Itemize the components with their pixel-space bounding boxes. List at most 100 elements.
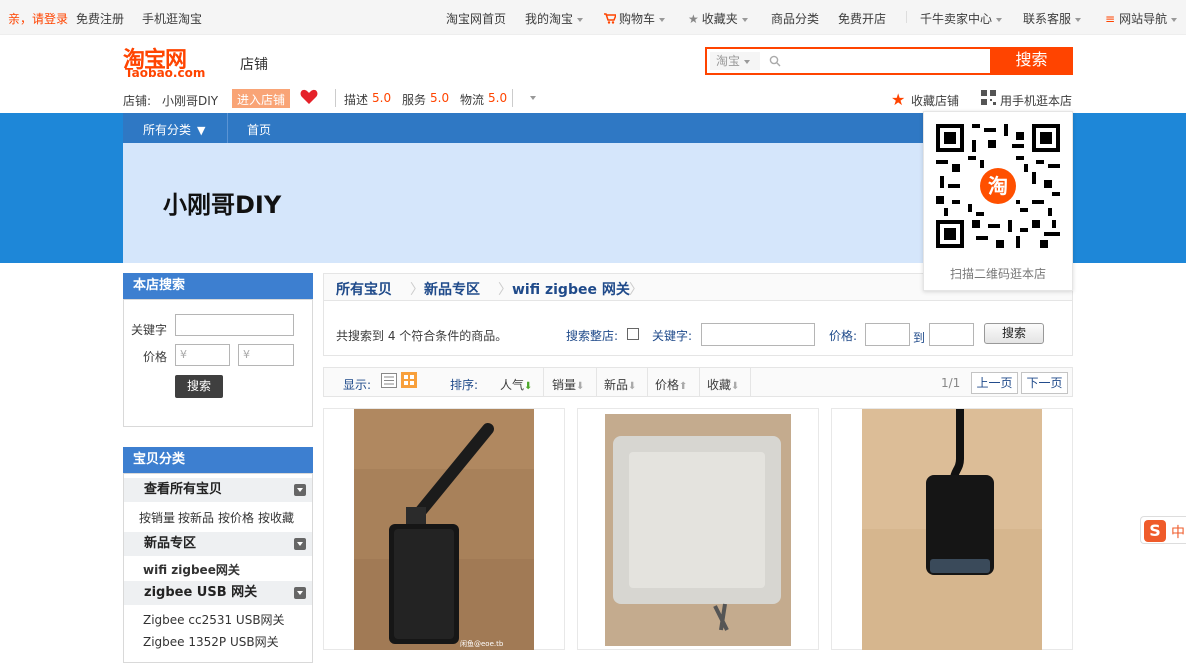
search-input[interactable] xyxy=(785,51,985,71)
divider xyxy=(906,11,907,23)
search-icon xyxy=(769,55,781,67)
usb-gateway-section[interactable]: zigbee USB 网关 xyxy=(124,581,312,605)
collapse-icon[interactable] xyxy=(294,538,306,550)
seller-center-link[interactable]: 千牛卖家中心 xyxy=(920,10,1003,27)
category-link-cc2531[interactable]: Zigbee cc2531 USB网关 xyxy=(143,611,285,628)
sort-price[interactable]: 价格⬆ xyxy=(655,376,687,393)
sort-by-favorites-link[interactable]: 按收藏 xyxy=(258,509,294,526)
product-image[interactable] xyxy=(354,409,534,650)
result-count-text: 共搜索到 4 个符合条件的商品。 xyxy=(336,329,508,343)
mobile-taobao-link[interactable]: 手机逛淘宝 xyxy=(142,10,202,27)
filter-keyword-input[interactable] xyxy=(701,323,815,346)
sort-popularity[interactable]: 人气⬇ xyxy=(500,376,532,393)
favorites-link[interactable]: ★ 收藏夹 xyxy=(688,10,748,27)
filter-price-max-input[interactable] xyxy=(929,323,974,346)
list-view-icon[interactable] xyxy=(381,373,397,388)
product-card[interactable] xyxy=(831,408,1073,650)
grid-view-icon[interactable] xyxy=(401,372,417,388)
register-link[interactable]: 免费注册 xyxy=(76,10,124,27)
all-categories-menu[interactable]: 所有分类 ▼ xyxy=(143,121,205,138)
qrcode-icon xyxy=(981,90,996,105)
image-watermark: 闲鱼@eoe.tb xyxy=(460,640,504,648)
arrow-down-icon: ⬇ xyxy=(628,381,637,392)
my-taobao-label: 我的淘宝 xyxy=(525,12,574,26)
chevron-down-icon xyxy=(659,17,666,22)
service-link[interactable]: 联系客服 xyxy=(1023,10,1082,27)
sort-by-sales-link[interactable]: 按销量 xyxy=(139,509,175,526)
site-nav-link[interactable]: ≡ 网站导航 xyxy=(1105,10,1178,27)
divider xyxy=(543,368,544,396)
breadcrumb-new-items[interactable]: 新品专区 xyxy=(424,279,480,299)
breadcrumb-all-items[interactable]: 所有宝贝 xyxy=(336,279,392,299)
new-items-section[interactable]: 新品专区 xyxy=(124,532,312,556)
enter-shop-button[interactable]: 进入店铺 xyxy=(232,89,291,108)
my-taobao-link[interactable]: 我的淘宝 xyxy=(525,10,584,27)
desc-rating-score: 5.0 xyxy=(372,91,392,105)
shop-banner: 小刚哥DIY xyxy=(123,143,933,263)
product-card[interactable] xyxy=(577,408,819,650)
sort-favorites-label: 收藏 xyxy=(707,378,732,392)
cart-label: 购物车 xyxy=(619,12,656,26)
sort-newest-label: 新品 xyxy=(604,378,629,392)
chevron-down-icon xyxy=(741,17,748,22)
view-all-items[interactable]: 查看所有宝贝 xyxy=(124,478,312,502)
divider xyxy=(699,368,700,396)
all-categories-label: 所有分类 xyxy=(143,123,192,137)
breadcrumb-wifi-zigbee[interactable]: wifi zigbee 网关 xyxy=(512,279,630,299)
category-link-wifi-zigbee[interactable]: wifi zigbee网关 xyxy=(143,561,240,578)
site-topbar: 亲，请登录 免费注册 手机逛淘宝 淘宝网首页 我的淘宝 购物车 ★ 收藏夹 商品分… xyxy=(0,0,1186,35)
price-min-input[interactable]: ¥ xyxy=(175,344,230,366)
mobile-visit-link[interactable]: 用手机逛本店 xyxy=(1000,92,1072,109)
price-to-label: 到 xyxy=(913,331,926,345)
product-image[interactable] xyxy=(605,414,791,646)
section-label: 店铺 xyxy=(240,57,268,73)
taobao-home-link[interactable]: 淘宝网首页 xyxy=(446,10,506,27)
filter-search-button[interactable]: 搜索 xyxy=(984,323,1044,344)
sort-by-new-link[interactable]: 按新品 xyxy=(178,509,214,526)
heart-icon[interactable] xyxy=(300,89,318,105)
sidebar-search-button[interactable]: 搜索 xyxy=(175,375,223,398)
cart-link[interactable]: 购物车 xyxy=(604,10,666,27)
qrcode-logo: 淘 xyxy=(976,164,1020,208)
keyword-input[interactable] xyxy=(175,314,294,336)
qrcode-popup: 淘 扫描二维码逛本店 xyxy=(923,111,1073,291)
site-nav-label: 网站导航 xyxy=(1119,12,1168,26)
divider xyxy=(596,368,597,396)
collapse-icon[interactable] xyxy=(294,484,306,496)
price-max-input[interactable]: ¥ xyxy=(238,344,294,366)
sort-price-label: 价格 xyxy=(655,378,680,392)
chevron-down-icon xyxy=(1075,17,1082,22)
sort-favorites[interactable]: 收藏⬇ xyxy=(707,376,739,393)
categories-link[interactable]: 商品分类 xyxy=(771,10,819,27)
shop-home-link[interactable]: 首页 xyxy=(247,121,271,138)
sort-sales[interactable]: 销量⬇ xyxy=(552,376,584,393)
filter-price-min-input[interactable] xyxy=(865,323,910,346)
chevron-down-icon xyxy=(1171,17,1178,22)
collapse-icon[interactable] xyxy=(294,587,306,599)
product-card[interactable]: 闲鱼@eoe.tb xyxy=(323,408,565,650)
collect-shop-link[interactable]: 收藏店铺 xyxy=(911,92,959,109)
product-image[interactable] xyxy=(862,409,1042,650)
taobao-logo[interactable]: 淘宝网 Taobao.com xyxy=(123,42,215,82)
sogou-icon: S xyxy=(1144,520,1166,542)
prev-page-button[interactable]: 上一页 xyxy=(971,372,1018,394)
open-shop-link[interactable]: 免费开店 xyxy=(838,10,886,27)
chevron-right-icon: 〉 xyxy=(410,282,424,298)
sort-by-price-link[interactable]: 按价格 xyxy=(218,509,254,526)
search-all-checkbox[interactable] xyxy=(627,328,639,340)
divider xyxy=(647,368,648,396)
triangle-down-icon: ▼ xyxy=(197,124,206,137)
login-link[interactable]: 亲，请登录 xyxy=(8,10,68,27)
input-method-badge[interactable]: S 中 xyxy=(1140,516,1186,544)
search-scope-select[interactable]: 淘宝 xyxy=(710,52,760,70)
sort-newest[interactable]: 新品⬇ xyxy=(604,376,636,393)
search-button[interactable]: 搜索 xyxy=(990,47,1073,75)
arrow-up-icon: ⬆ xyxy=(679,381,688,392)
next-page-button[interactable]: 下一页 xyxy=(1021,372,1068,394)
category-link-1352p[interactable]: Zigbee 1352P USB网关 xyxy=(143,633,279,650)
star-icon: ★ xyxy=(891,90,906,109)
chevron-right-icon: 〉 xyxy=(498,282,512,298)
shop-name-link[interactable]: 小刚哥DIY xyxy=(162,92,218,109)
chevron-down-icon[interactable] xyxy=(530,96,536,100)
store-search-header: 本店搜索 xyxy=(123,273,313,299)
